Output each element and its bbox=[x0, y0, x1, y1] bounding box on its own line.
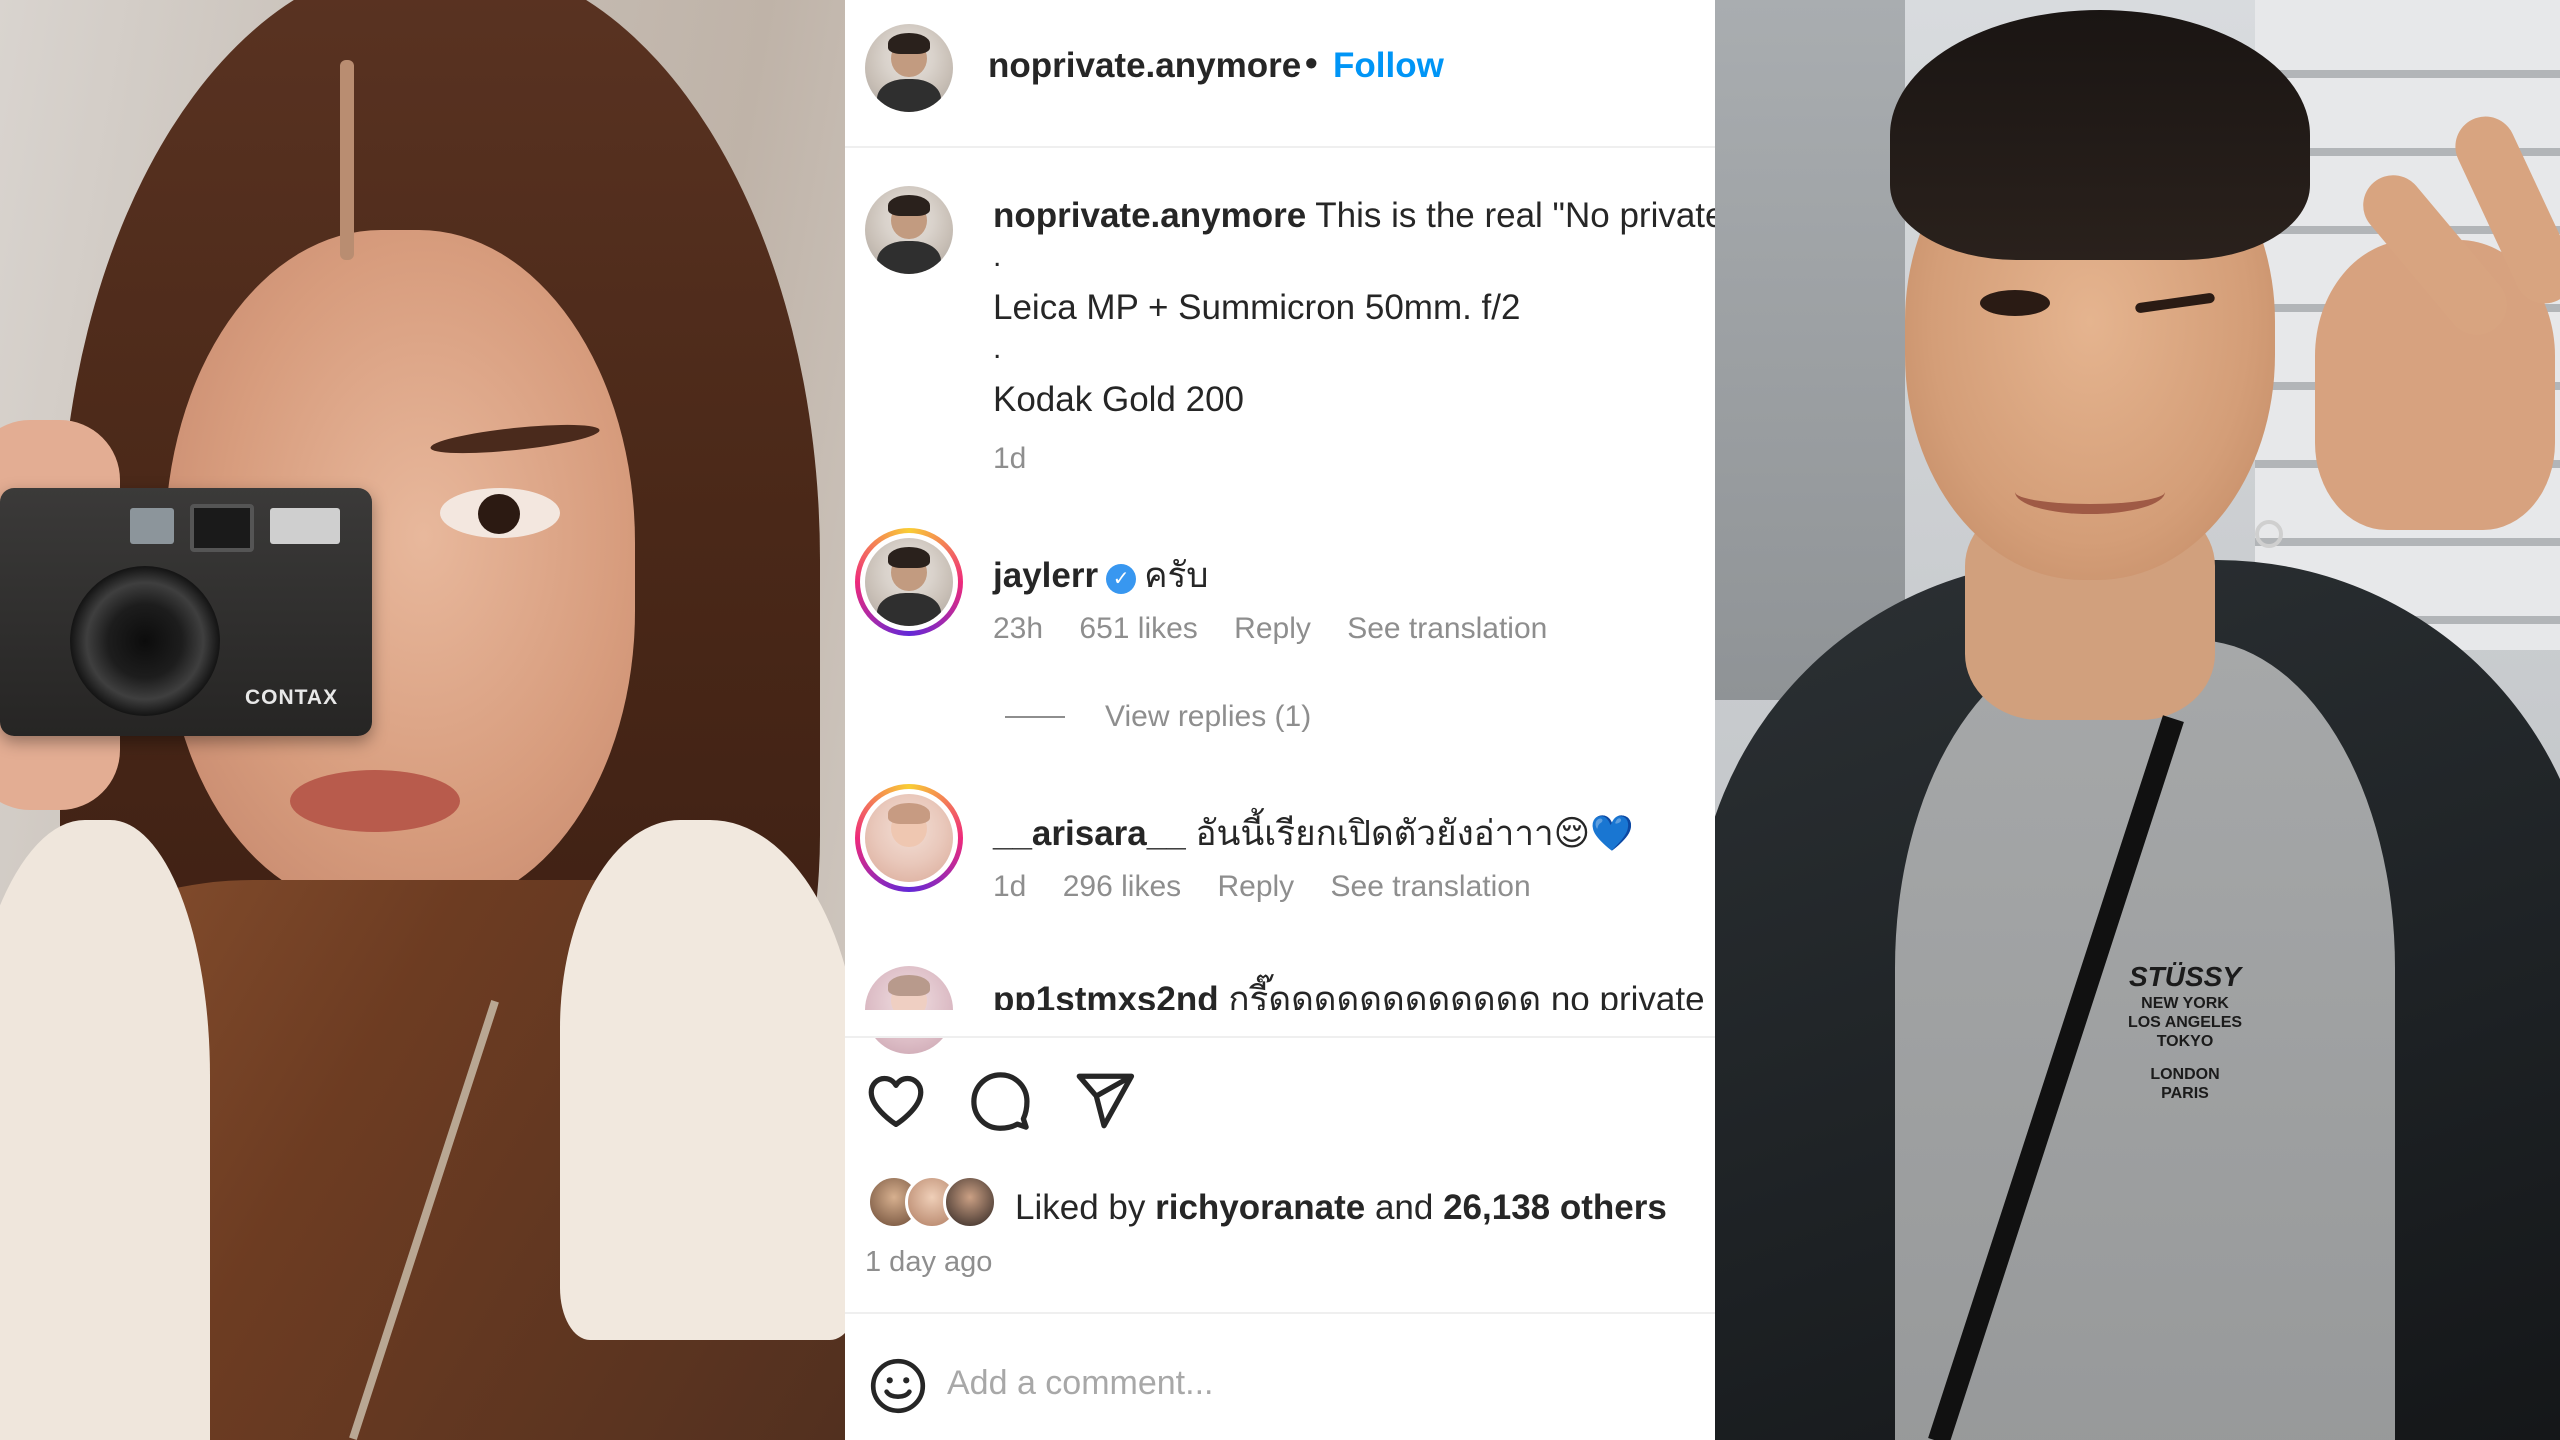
caption-dot: . bbox=[993, 240, 1002, 273]
see-translation-button[interactable]: See translation bbox=[1347, 612, 1547, 645]
logo-line: LOS ANGELES bbox=[2127, 1013, 2243, 1031]
camera-viewfinder bbox=[190, 504, 254, 552]
caption-timestamp: 1d bbox=[993, 442, 1027, 475]
logo-line: TOKYO bbox=[2156, 1032, 2214, 1050]
logo-line: LONDON bbox=[2150, 1066, 2220, 1084]
camera-flash bbox=[270, 508, 340, 544]
earring bbox=[2255, 520, 2283, 548]
right-photo-man-peace-sign: STÜSSY NEW YORK LOS ANGELES TOKYO LONDON… bbox=[1715, 0, 2560, 1440]
comment-meta: 1d 296 likes Reply See translation bbox=[993, 870, 1531, 904]
blue-heart-emoji: 💙 bbox=[1590, 814, 1634, 853]
view-replies-line bbox=[1005, 716, 1065, 718]
shirt-logo: STÜSSY NEW YORK LOS ANGELES TOKYO LONDON… bbox=[2125, 960, 2245, 1103]
caption-line-2: Leica MP + Summicron 50mm. f/2 bbox=[993, 288, 1521, 327]
send-icon[interactable] bbox=[1071, 1068, 1137, 1134]
fur-collar-left bbox=[0, 820, 210, 1440]
comment-username[interactable]: jaylerr bbox=[993, 556, 1098, 595]
logo-line: STÜSSY bbox=[2128, 961, 2242, 992]
smiley-icon[interactable] bbox=[867, 1355, 929, 1417]
liked-by-text: Liked by richyoranate and 26,138 others bbox=[1015, 1188, 1667, 1228]
smile bbox=[2015, 470, 2165, 514]
header-divider bbox=[845, 146, 1715, 148]
instagram-post-panel: noprivate.anymore • Follow noprivate.any… bbox=[845, 0, 1715, 1440]
background-wall bbox=[1715, 0, 1905, 700]
verified-badge-icon: ✓ bbox=[1106, 564, 1137, 594]
caption-dot: . bbox=[993, 332, 1002, 365]
reply-button[interactable]: Reply bbox=[1234, 612, 1311, 645]
logo-line: PARIS bbox=[2161, 1085, 2209, 1103]
open-eye bbox=[1980, 290, 2050, 316]
reply-button[interactable]: Reply bbox=[1217, 870, 1294, 903]
caption-author-avatar[interactable] bbox=[865, 186, 953, 274]
follow-button[interactable]: Follow bbox=[1333, 46, 1444, 86]
post-author-avatar[interactable] bbox=[865, 24, 953, 112]
hair bbox=[1890, 10, 2310, 260]
film-camera: CONTAX bbox=[0, 488, 372, 736]
comment-icon[interactable] bbox=[967, 1068, 1033, 1134]
logo-line: NEW YORK bbox=[2141, 994, 2229, 1012]
camera-lens bbox=[70, 566, 220, 716]
comment-username[interactable]: __arisara__ bbox=[993, 814, 1186, 853]
comment-text: อันนี้เรียกเปิดตัวยังอ่าาา😌 bbox=[1195, 814, 1591, 853]
caption-username[interactable]: noprivate.anymore bbox=[993, 196, 1306, 235]
liked-by-others[interactable]: 26,138 others bbox=[1443, 1188, 1667, 1227]
comment-avatar bbox=[865, 538, 953, 626]
view-replies-button[interactable]: View replies (1) bbox=[1105, 700, 1311, 734]
comment-time: 23h bbox=[993, 612, 1044, 645]
heart-icon[interactable] bbox=[863, 1068, 929, 1134]
liked-by-user[interactable]: richyoranate bbox=[1155, 1188, 1365, 1227]
left-photo-woman-with-camera: CONTAX bbox=[0, 0, 845, 1440]
post-timestamp[interactable]: 1 day ago bbox=[865, 1246, 992, 1279]
comment-avatar-story-ring[interactable] bbox=[855, 784, 963, 892]
eye bbox=[440, 488, 560, 538]
caption-first-line: noprivate.anymore This is the real "No p… bbox=[993, 196, 1715, 236]
comment-avatar bbox=[865, 794, 953, 882]
comment-row: __arisara__ อันนี้เรียกเปิดตัวยังอ่าาา😌💙 bbox=[993, 806, 1634, 861]
comment-row: jaylerr ✓ ครับ bbox=[993, 548, 1209, 603]
see-translation-button[interactable]: See translation bbox=[1331, 870, 1531, 903]
comments-scroll-edge bbox=[845, 1010, 1715, 1036]
comment-meta: 23h 651 likes Reply See translation bbox=[993, 612, 1547, 646]
caption-text: This is the real "No private bbox=[1315, 196, 1715, 235]
comment-box-divider bbox=[845, 1312, 1715, 1314]
caption-line-3: Kodak Gold 200 bbox=[993, 380, 1245, 419]
comment-likes[interactable]: 296 likes bbox=[1063, 870, 1181, 903]
comment-avatar-story-ring[interactable] bbox=[855, 528, 963, 636]
camera-brand-label: CONTAX bbox=[245, 686, 339, 709]
actions-divider bbox=[845, 1036, 1715, 1038]
comment-text: ครับ bbox=[1144, 556, 1209, 595]
post-author-username[interactable]: noprivate.anymore bbox=[988, 46, 1301, 86]
add-comment-input[interactable] bbox=[945, 1352, 1649, 1414]
comment-time: 1d bbox=[993, 870, 1027, 903]
lips bbox=[290, 770, 460, 832]
fur-collar-right bbox=[560, 820, 845, 1340]
camera-window bbox=[130, 508, 174, 544]
hair-part bbox=[340, 60, 354, 260]
liker-avatar bbox=[943, 1175, 997, 1229]
liked-by-middle: and bbox=[1374, 1188, 1434, 1227]
liked-by-prefix: Liked by bbox=[1015, 1188, 1146, 1227]
comment-likes[interactable]: 651 likes bbox=[1079, 612, 1197, 645]
header-separator: • bbox=[1305, 42, 1318, 83]
